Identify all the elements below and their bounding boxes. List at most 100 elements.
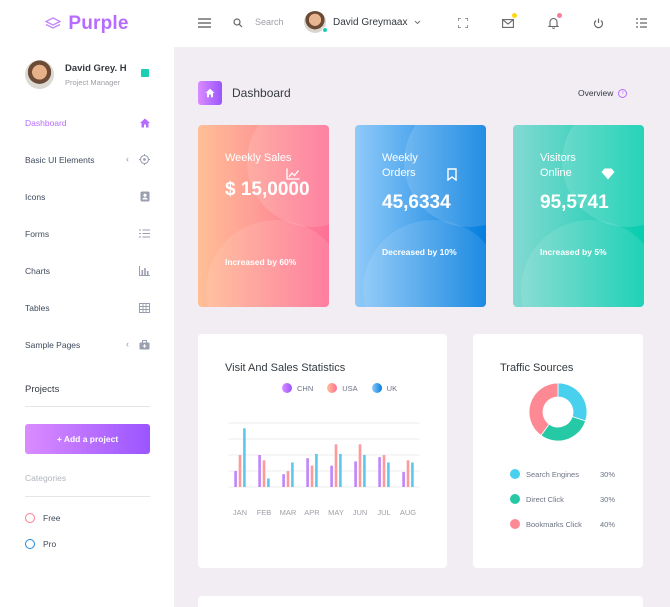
legend-item-uk: UK (371, 383, 397, 393)
top-navbar: Purple Search David Greymaax (0, 0, 670, 47)
bar-usa-feb[interactable] (262, 460, 266, 487)
bar-uk-jun[interactable] (363, 455, 366, 487)
bar-chn-jul[interactable] (378, 457, 381, 487)
visitors-online-card[interactable]: Visitors Online 95,5741 Increased by 5% (513, 125, 644, 307)
bar-chn-feb[interactable] (258, 455, 261, 487)
bar-uk-feb[interactable] (267, 478, 270, 487)
overview-link[interactable]: Overview i (578, 88, 628, 98)
card-decoration (521, 220, 644, 307)
add-project-button[interactable]: + Add a project (25, 424, 150, 454)
bell-icon (547, 17, 559, 29)
divider (25, 406, 150, 407)
x-tick-label: FEB (257, 508, 272, 517)
bar-uk-jul[interactable] (387, 462, 390, 487)
diamond-icon (601, 167, 615, 181)
chevron-left-icon: ‹ (126, 339, 129, 349)
traffic-label: Search Engines (526, 469, 579, 479)
card-change: Increased by 60% (225, 257, 297, 267)
bar-chn-jan[interactable] (234, 471, 237, 487)
category-free[interactable]: Free (25, 513, 60, 523)
notifications-button[interactable] (544, 13, 562, 32)
bar-chn-apr[interactable] (306, 458, 309, 487)
x-tick-label: AUG (400, 508, 416, 517)
sidebar-item-charts[interactable]: Charts (0, 252, 174, 289)
bar-usa-apr[interactable] (310, 465, 314, 487)
bar-chn-aug[interactable] (402, 472, 405, 487)
sidebar-item-basic-ui-elements[interactable]: Basic UI Elements ‹ (0, 141, 174, 178)
menu-toggle-button[interactable] (195, 14, 213, 32)
fullscreen-button[interactable] (454, 14, 472, 32)
bar-chn-jun[interactable] (354, 461, 357, 487)
mail-icon (502, 18, 514, 28)
sidebar-item-icons[interactable]: Icons (0, 178, 174, 215)
chart-legend: CHN USA UK (282, 383, 397, 393)
x-tick-label: MAR (280, 508, 297, 517)
sidebar-item-dashboard[interactable]: Dashboard (0, 104, 174, 141)
bar-uk-may[interactable] (339, 453, 342, 487)
sidebar-item-tables[interactable]: Tables (0, 289, 174, 326)
panel-title: Visit And Sales Statistics (225, 362, 346, 374)
legend-item-usa: USA (327, 383, 358, 393)
notifications-badge (557, 13, 562, 18)
legend-dot (510, 519, 520, 529)
crosshair-icon (139, 154, 150, 165)
avatar (25, 60, 54, 89)
circle-icon (25, 513, 35, 523)
messages-button[interactable] (499, 13, 517, 32)
bar-usa-jun[interactable] (358, 444, 362, 487)
brand-logo[interactable]: Purple (0, 13, 174, 35)
table-icon (139, 302, 150, 313)
list-icon (635, 18, 647, 28)
card-value: 45,6334 (382, 192, 451, 213)
bar-usa-aug[interactable] (406, 460, 410, 487)
traffic-value: 40% (600, 519, 616, 529)
donut-slice-search-engines[interactable] (557, 382, 588, 422)
card-label: Visitors Online (540, 152, 576, 179)
category-label: Pro (43, 539, 57, 549)
traffic-value: 30% (600, 469, 616, 479)
home-icon (139, 117, 150, 128)
legend-dot (510, 494, 520, 504)
sidebar-item-sample-pages[interactable]: Sample Pages ‹ (0, 326, 174, 363)
bar-chn-may[interactable] (330, 465, 333, 487)
bookmark-check-icon (141, 69, 149, 77)
bar-usa-jan[interactable] (238, 455, 242, 487)
sidebar-item-label: Sample Pages (25, 339, 81, 350)
weekly-sales-card[interactable]: Weekly Sales $ 15,0000 Increased by 60% (198, 125, 329, 307)
bar-uk-jan[interactable] (243, 428, 246, 487)
category-pro[interactable]: Pro (25, 539, 56, 549)
bar-usa-mar[interactable] (286, 471, 290, 487)
sidebar-profile[interactable]: David Grey. H Project Manager (25, 60, 127, 89)
messages-badge (512, 13, 517, 18)
bar-chn-mar[interactable] (282, 474, 285, 487)
bar-chart-icon (139, 265, 150, 276)
power-button[interactable] (589, 14, 607, 32)
overview-label: Overview (578, 88, 614, 98)
online-status-dot (322, 27, 328, 33)
circle-icon (25, 539, 35, 549)
bar-uk-aug[interactable] (411, 462, 414, 487)
traffic-sources-panel: Traffic Sources Search Engines 30% Direc… (473, 334, 643, 568)
sidebar-item-forms[interactable]: Forms (0, 215, 174, 252)
x-tick-label: MAY (328, 508, 344, 517)
donut-slice-direct-click[interactable] (540, 416, 587, 442)
category-label: Free (43, 513, 61, 523)
settings-list-button[interactable] (632, 14, 650, 32)
bar-usa-jul[interactable] (382, 455, 386, 487)
bar-usa-may[interactable] (334, 444, 338, 487)
traffic-label: Direct Click (526, 494, 564, 504)
chevron-left-icon: ‹ (126, 154, 129, 164)
weekly-orders-card[interactable]: Weekly Orders 45,6334 Decreased by 10% (355, 125, 486, 307)
user-menu[interactable]: David Greymaax (304, 11, 421, 33)
search-button[interactable] (229, 14, 247, 32)
home-icon (198, 81, 222, 105)
sidebar-item-label: Icons (25, 191, 46, 202)
search-input[interactable]: Search (255, 17, 284, 27)
bar-uk-mar[interactable] (291, 462, 294, 487)
x-tick-label: APR (304, 508, 320, 517)
bar-uk-apr[interactable] (315, 453, 318, 487)
panel-title: Traffic Sources (500, 362, 574, 374)
legend-label: CHN (297, 383, 314, 393)
contacts-icon (139, 191, 150, 202)
legend-dot (510, 469, 520, 479)
